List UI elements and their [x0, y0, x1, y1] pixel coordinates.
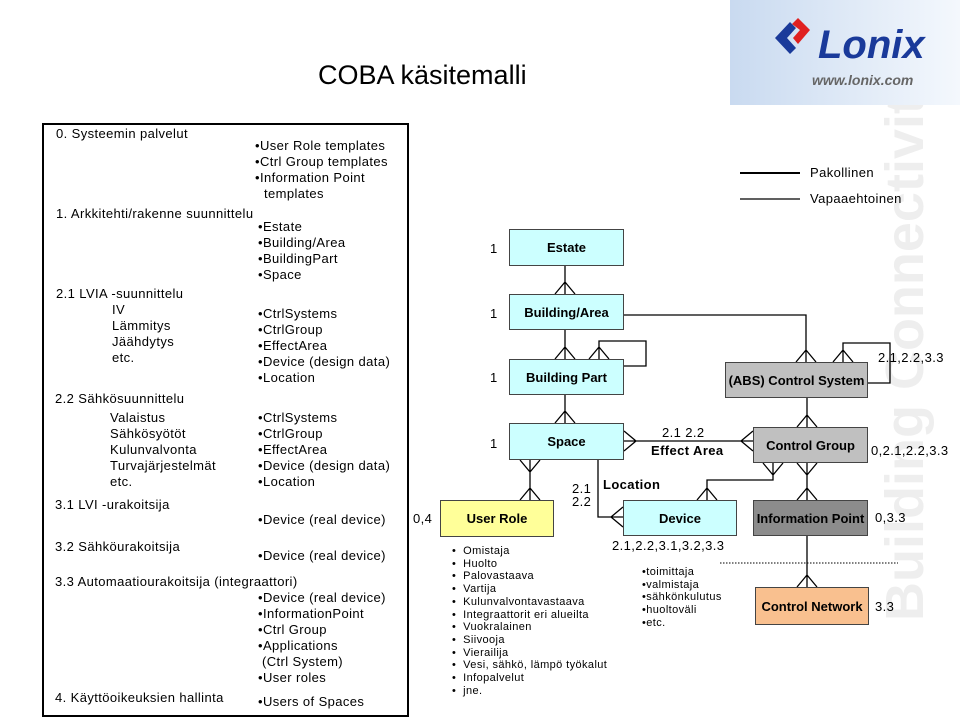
list-item: • Siivooja	[452, 633, 505, 646]
control-group-phase: 0,2.1,2.2,3.3	[871, 443, 949, 458]
effect-area-phase: 2.1 2.2	[662, 425, 705, 440]
rel-location	[597, 460, 624, 528]
entity-user-role: User Role	[440, 500, 554, 537]
effect-area-label: Effect Area	[651, 443, 724, 458]
location-label: Location	[603, 477, 661, 492]
list-item: •huoltoväli	[642, 604, 697, 617]
entity-device: Device	[623, 500, 737, 536]
list-item: • Integraattorit eri alueilta	[452, 608, 589, 621]
device-attribute-list: •toimittaja •valmistaja •sähkönkulutus •…	[642, 566, 722, 630]
cardinality: 1	[490, 370, 498, 385]
cardinality: 1	[490, 241, 498, 256]
list-item: •valmistaja	[642, 578, 700, 591]
list-item: • Vartija	[452, 583, 497, 596]
entity-space: Space	[509, 423, 624, 460]
entity-estate: Estate	[509, 229, 624, 266]
rel-building-part	[554, 330, 576, 360]
rel-building-system	[624, 314, 817, 363]
cardinality: 1	[490, 436, 498, 451]
list-item: • Vesi, sähkö, lämpö työkalut	[452, 659, 608, 672]
list-item: • Palovastaava	[452, 570, 535, 583]
rel-infopoint-network	[796, 536, 818, 588]
list-item: • Kulunvalvontavastaava	[452, 595, 585, 608]
rel-part-space	[554, 395, 576, 424]
user-role-list: • Omistaja • Huolto • Palovastaava • Var…	[452, 545, 607, 697]
entity-information-point: Information Point	[753, 500, 868, 536]
legend-mandatory: Pakollinen	[810, 165, 874, 180]
rel-space-userrole	[519, 459, 541, 501]
rel-group-device	[696, 462, 784, 501]
entity-building-area: Building/Area	[509, 294, 624, 330]
list-item: •etc.	[642, 616, 666, 629]
list-item: •toimittaja	[642, 566, 695, 578]
rel-group-infopoint	[796, 462, 818, 501]
list-item: • jne.	[452, 684, 483, 697]
entity-control-system: (ABS) Control System	[725, 362, 868, 398]
list-item: • Omistaja	[452, 545, 510, 557]
list-item: • Infopalvelut	[452, 672, 525, 685]
location-phase: 2.2	[572, 494, 592, 509]
list-item: • Vuokralainen	[452, 621, 532, 634]
list-item: • Huolto	[452, 557, 498, 570]
cardinality-user-role: 0,4	[413, 511, 433, 526]
rel-system-group	[796, 398, 818, 428]
legend-optional: Vapaaehtoinen	[810, 191, 902, 206]
entity-building-part: Building Part	[509, 359, 624, 395]
entity-control-network: Control Network	[755, 587, 869, 625]
list-item: •sähkönkulutus	[642, 591, 722, 604]
control-network-phase: 3.3	[875, 599, 895, 614]
list-item: • Vierailija	[452, 646, 509, 659]
information-point-phase: 0,3.3	[875, 510, 906, 525]
rel-estate-building	[554, 266, 576, 295]
control-system-phase: 2.1,2.2,3.3	[878, 350, 944, 365]
cardinality: 1	[490, 306, 498, 321]
entity-control-group: Control Group	[753, 427, 868, 463]
device-phase: 2.1,2.2,3.1,3.2,3.3	[612, 538, 725, 553]
